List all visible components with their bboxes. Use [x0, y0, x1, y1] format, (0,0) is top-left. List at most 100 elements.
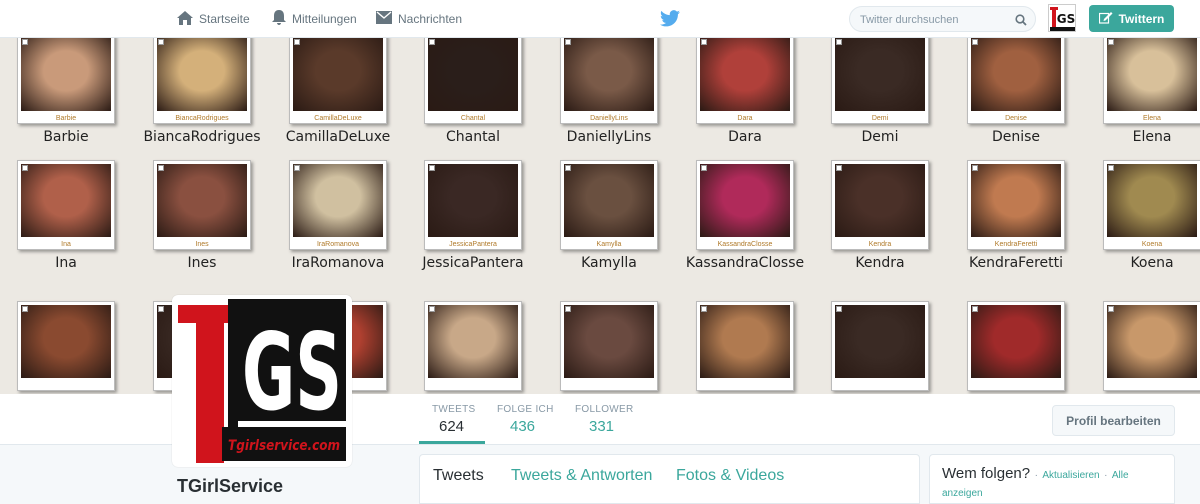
banner-photo-frame	[560, 301, 658, 391]
separator-dot: ·	[1034, 470, 1038, 481]
banner-photo-checkbox	[22, 306, 28, 312]
banner-photo-frame: Denise	[967, 38, 1065, 124]
banner-photo	[1107, 164, 1197, 237]
banner-photo-frame: DaniellyLins	[560, 38, 658, 124]
banner-photo-checkbox	[1108, 165, 1114, 171]
banner-photo	[700, 305, 790, 378]
banner-person-name: JessicaPantera	[422, 255, 524, 271]
bell-icon	[272, 10, 286, 28]
banner-photo-frame: IraRomanova	[289, 160, 387, 250]
banner-person-name: Kamylla	[581, 255, 637, 271]
banner-photo	[971, 38, 1061, 111]
banner-photo-checkbox	[701, 165, 707, 171]
banner-photo-caption: Elena	[1143, 115, 1161, 122]
banner-photo-checkbox	[836, 306, 842, 312]
banner-photo	[293, 38, 383, 111]
banner-photo-caption: KendraFeretti	[994, 241, 1038, 248]
banner-photo-frame: Koena	[1103, 160, 1200, 250]
banner-photo-frame: Elena	[1103, 38, 1200, 124]
banner-photo	[971, 305, 1061, 378]
nav-messages[interactable]: Nachrichten	[376, 10, 462, 28]
stat-tweets-label: TWEETS	[432, 404, 476, 415]
stat-followers-value: 331	[589, 418, 615, 435]
stat-following-value: 436	[510, 418, 536, 435]
tweet-button[interactable]: Twittern	[1089, 5, 1174, 32]
banner-photo	[293, 164, 383, 237]
account-avatar[interactable]: GS	[1048, 4, 1076, 32]
banner-photo-caption: CamillaDeLuxe	[314, 115, 362, 122]
stat-tweets-value: 624	[439, 418, 465, 435]
banner-photo	[564, 38, 654, 111]
banner-photo-frame: Kendra	[831, 160, 929, 250]
banner-photo-checkbox	[1108, 39, 1114, 45]
banner-photo-checkbox	[158, 165, 164, 171]
banner-photo-frame	[424, 301, 522, 391]
search-box[interactable]	[849, 6, 1036, 32]
banner-photo-frame	[967, 301, 1065, 391]
profile-avatar[interactable]: GS Tgirlservice.com	[172, 295, 352, 467]
nav-home[interactable]: Startseite	[177, 10, 250, 28]
banner-photo-frame	[696, 301, 794, 391]
top-navigation-bar: Startseite Mitteilungen Nachrichten GS T…	[0, 0, 1200, 38]
banner-photo-caption: KassandraClosse	[717, 241, 773, 248]
banner-photo-frame: BiancaRodrigues	[153, 38, 251, 124]
banner-person-name: Koena	[1130, 255, 1174, 271]
banner-photo-checkbox	[836, 39, 842, 45]
separator-dot: ·	[1104, 470, 1108, 481]
banner-person-name: Barbie	[43, 129, 89, 145]
search-input[interactable]	[860, 12, 1010, 27]
banner-photo-checkbox	[836, 165, 842, 171]
banner-photo-caption: BiancaRodrigues	[175, 115, 229, 122]
twitter-bird-icon[interactable]	[660, 10, 680, 32]
banner-photo	[428, 38, 518, 111]
tab-tweets-replies[interactable]: Tweets & Antworten	[511, 467, 652, 485]
banner-photo-checkbox	[22, 165, 28, 171]
tweet-button-label: Twittern	[1118, 11, 1165, 26]
profile-name: TGirlService	[177, 476, 284, 496]
refresh-link[interactable]: Aktualisieren	[1042, 470, 1099, 481]
banner-person-name: BiancaRodrigues	[143, 129, 261, 145]
stat-tweets[interactable]: TWEETS 624	[432, 404, 475, 435]
banner-photo-checkbox	[294, 39, 300, 45]
banner-person-name: KassandraClosse	[685, 255, 805, 271]
active-stat-indicator	[419, 441, 485, 444]
edit-profile-button[interactable]: Profil bearbeiten	[1052, 405, 1175, 436]
banner-person-name: Ines	[187, 255, 217, 271]
banner-person-name: Dara	[728, 129, 762, 145]
banner-photo-frame: KassandraClosse	[696, 160, 794, 250]
stat-followers[interactable]: FOLLOWER 331	[575, 404, 634, 435]
banner-photo-frame	[1103, 301, 1200, 391]
nav-notifications[interactable]: Mitteilungen	[272, 10, 357, 28]
banner-photo	[835, 305, 925, 378]
banner-person-name: KendraFeretti	[968, 255, 1064, 271]
banner-photo-frame: Dara	[696, 38, 794, 124]
logo-site-text: Tgirlservice.com	[228, 438, 340, 454]
banner-photo-frame	[17, 301, 115, 391]
banner-photo-caption: Demi	[871, 115, 889, 122]
banner-photo	[21, 305, 111, 378]
banner-person-name: Demi	[861, 129, 899, 145]
banner-photo-checkbox	[429, 306, 435, 312]
banner-photo	[1107, 305, 1197, 378]
banner-photo-checkbox	[701, 39, 707, 45]
banner-photo-frame: Demi	[831, 38, 929, 124]
banner-photo-frame: Kamylla	[560, 160, 658, 250]
banner-photo-frame: Barbie	[17, 38, 115, 124]
tab-photos-videos[interactable]: Fotos & Videos	[676, 467, 784, 485]
stat-following[interactable]: FOLGE ICH 436	[497, 404, 554, 435]
search-icon[interactable]	[1015, 13, 1027, 31]
who-to-follow-title: Wem folgen?	[942, 465, 1031, 482]
banner-person-name: Chantal	[445, 129, 501, 145]
tab-tweets[interactable]: Tweets	[433, 467, 484, 485]
banner-photo-frame: KendraFeretti	[967, 160, 1065, 250]
banner-photo-frame	[831, 301, 929, 391]
banner-photo	[157, 38, 247, 111]
banner-person-name: IraRomanova	[291, 255, 385, 271]
banner-photo-caption: Denise	[1005, 115, 1027, 122]
svg-text:GS: GS	[1057, 12, 1076, 26]
banner-photo-caption: IraRomanova	[316, 241, 360, 248]
banner-photo-checkbox	[22, 39, 28, 45]
banner-photo	[428, 164, 518, 237]
banner-photo-caption: Koena	[1141, 241, 1163, 248]
banner-photo-checkbox	[294, 165, 300, 171]
